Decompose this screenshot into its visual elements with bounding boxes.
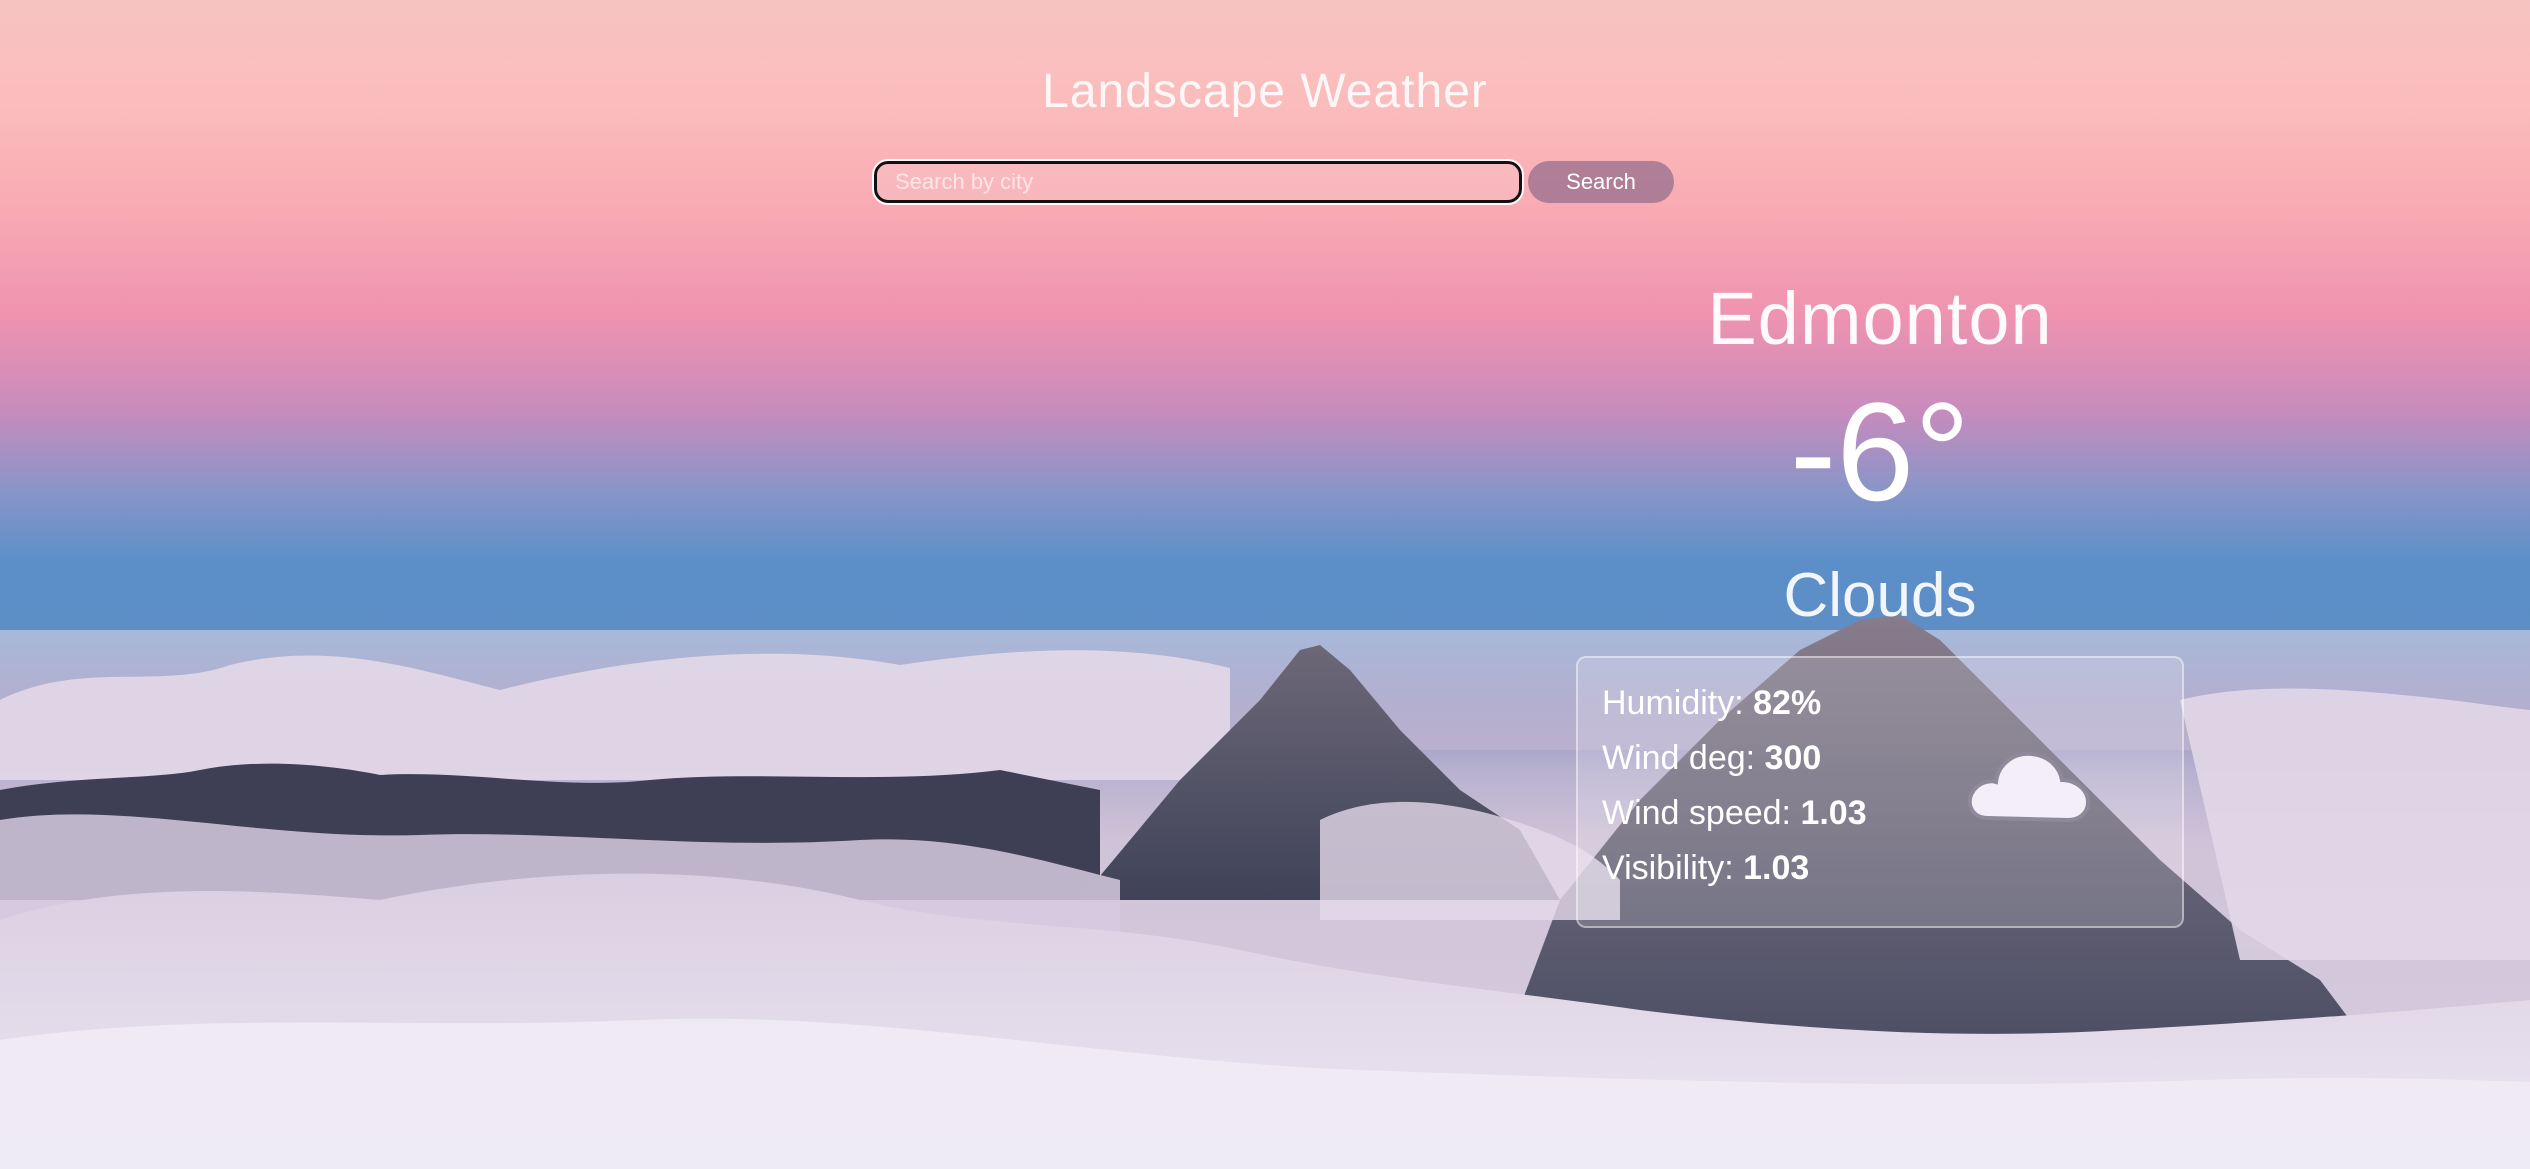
- cloud-icon: [1967, 751, 2091, 823]
- search-bar: Search: [872, 159, 1674, 205]
- visibility-row: Visibility: 1.03: [1602, 849, 1867, 904]
- weather-page: Landscape Weather Search Edmonton -6° Cl…: [0, 0, 2530, 1169]
- weather-condition: Clouds: [1783, 561, 1977, 630]
- visibility-value: 1.03: [1743, 849, 1810, 887]
- humidity-row: Humidity: 82%: [1602, 684, 1867, 739]
- visibility-label: Visibility:: [1602, 849, 1744, 887]
- search-input[interactable]: [872, 159, 1524, 205]
- app-title: Landscape Weather: [1042, 65, 1488, 118]
- wind-speed-label: Wind speed:: [1602, 794, 1801, 832]
- wind-deg-row: Wind deg: 300: [1602, 739, 1867, 794]
- weather-details-list: Humidity: 82% Wind deg: 300 Wind speed: …: [1602, 684, 1867, 904]
- wind-deg-label: Wind deg:: [1602, 739, 1765, 777]
- wind-speed-value: 1.03: [1800, 794, 1867, 832]
- weather-details-card: Humidity: 82% Wind deg: 300 Wind speed: …: [1576, 656, 2184, 928]
- wind-speed-row: Wind speed: 1.03: [1602, 794, 1867, 849]
- temperature: -6°: [1789, 373, 1971, 530]
- humidity-value: 82%: [1753, 684, 1822, 722]
- wind-deg-value: 300: [1764, 739, 1822, 777]
- search-button[interactable]: Search: [1528, 161, 1674, 203]
- city-name: Edmonton: [1707, 277, 2053, 360]
- humidity-label: Humidity:: [1602, 684, 1754, 722]
